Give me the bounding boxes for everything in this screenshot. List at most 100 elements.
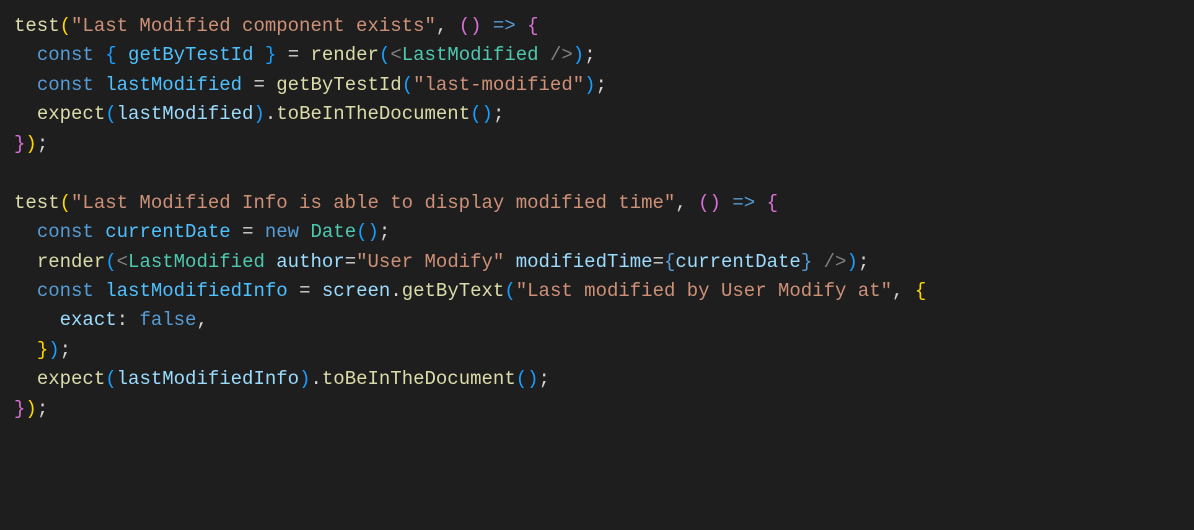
token-variable: getByTestId [128, 44, 253, 66]
token-brace: { [767, 192, 778, 214]
token-string: "Last Modified component exists" [71, 15, 436, 37]
token-paren: ( [105, 368, 116, 390]
token-semi: ; [858, 251, 869, 273]
token-brace: } [265, 44, 276, 66]
token-string: "Last Modified Info is able to display m… [71, 192, 675, 214]
token-eq: = [253, 74, 264, 96]
token-semi: ; [37, 398, 48, 420]
token-jsx: < [117, 251, 128, 273]
token-semi: ; [596, 74, 607, 96]
token-string: "User Modify" [356, 251, 504, 273]
code-line: test("Last Modified Info is able to disp… [14, 192, 778, 214]
code-line: expect(lastModifiedInfo).toBeInTheDocume… [14, 368, 550, 390]
token-function: getByTestId [276, 74, 401, 96]
token-paren: ) [573, 44, 584, 66]
code-line: expect(lastModified).toBeInTheDocument()… [14, 103, 504, 125]
token-component: LastModified [128, 251, 265, 273]
token-semi: ; [37, 133, 48, 155]
token-paren: ) [846, 251, 857, 273]
token-paren: ( [356, 221, 367, 243]
token-paren: ) [25, 398, 36, 420]
token-variable: lastModified [117, 103, 254, 125]
code-line: const currentDate = new Date(); [14, 221, 390, 243]
token-semi: ; [60, 339, 71, 361]
token-paren: ) [527, 368, 538, 390]
token-keyword: const [37, 221, 94, 243]
token-eq: = [299, 280, 310, 302]
token-keyword: const [37, 44, 94, 66]
token-variable: lastModifiedInfo [117, 368, 299, 390]
token-variable: currentDate [675, 251, 800, 273]
token-string: "Last modified by User Modify at" [516, 280, 892, 302]
token-component: LastModified [402, 44, 539, 66]
token-paren: ( [60, 15, 71, 37]
token-paren: ( [698, 192, 709, 214]
token-arrow: => [732, 192, 755, 214]
token-semi: ; [539, 368, 550, 390]
token-boolean: false [139, 309, 196, 331]
token-paren: ( [402, 74, 413, 96]
token-variable: currentDate [105, 221, 230, 243]
token-paren: ) [368, 221, 379, 243]
token-type: Date [311, 221, 357, 243]
token-eq: = [653, 251, 664, 273]
token-brace: } [14, 398, 25, 420]
token-keyword: const [37, 280, 94, 302]
token-comma: , [196, 309, 207, 331]
token-paren: ) [482, 103, 493, 125]
token-paren: ) [48, 339, 59, 361]
token-eq: = [242, 221, 253, 243]
token-property: exact [60, 309, 117, 331]
token-function: toBeInTheDocument [322, 368, 516, 390]
token-paren: ) [253, 103, 264, 125]
token-keyword: new [265, 221, 299, 243]
code-line: exact: false, [14, 309, 208, 331]
token-eq: = [288, 44, 299, 66]
token-brace: } [801, 251, 812, 273]
token-brace: { [527, 15, 538, 37]
token-brace: { [664, 251, 675, 273]
token-function: getByText [402, 280, 505, 302]
token-variable: lastModified [105, 74, 242, 96]
token-paren: ) [470, 15, 481, 37]
token-paren: ( [60, 192, 71, 214]
token-paren: ( [379, 44, 390, 66]
token-comma: , [436, 15, 459, 37]
token-paren: ) [299, 368, 310, 390]
code-line: const lastModifiedInfo = screen.getByTex… [14, 280, 926, 302]
code-line: const lastModified = getByTestId("last-m… [14, 74, 607, 96]
token-string: "last-modified" [413, 74, 584, 96]
token-attr: author [276, 251, 344, 273]
token-function: toBeInTheDocument [276, 103, 470, 125]
code-line-blank [14, 162, 25, 184]
token-variable: lastModifiedInfo [105, 280, 287, 302]
token-jsx: /> [550, 44, 573, 66]
token-paren: ( [470, 103, 481, 125]
token-function: expect [37, 103, 105, 125]
code-editor[interactable]: test("Last Modified component exists", (… [0, 0, 1194, 436]
token-dot: . [265, 103, 276, 125]
token-paren: ( [105, 103, 116, 125]
token-arrow: => [493, 15, 516, 37]
token-paren: ) [25, 133, 36, 155]
code-line: const { getByTestId } = render(<LastModi… [14, 44, 596, 66]
token-comma: , [675, 192, 698, 214]
token-semi: ; [584, 44, 595, 66]
token-function: test [14, 192, 60, 214]
token-brace: { [105, 44, 116, 66]
token-function: expect [37, 368, 105, 390]
code-line: test("Last Modified component exists", (… [14, 15, 539, 37]
token-paren: ( [459, 15, 470, 37]
token-colon: : [117, 309, 128, 331]
token-dot: . [310, 368, 321, 390]
code-line: }); [14, 398, 48, 420]
token-semi: ; [493, 103, 504, 125]
token-paren: ) [710, 192, 721, 214]
token-dot: . [390, 280, 401, 302]
token-eq: = [345, 251, 356, 273]
token-paren: ( [504, 280, 515, 302]
token-attr: modifiedTime [516, 251, 653, 273]
token-brace: } [14, 133, 25, 155]
token-paren: ( [516, 368, 527, 390]
token-keyword: const [37, 74, 94, 96]
